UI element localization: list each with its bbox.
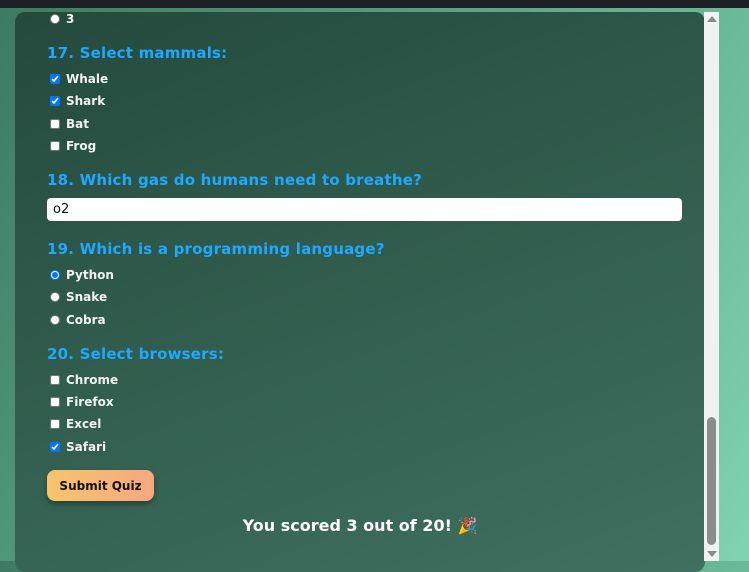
q19-option-cobra[interactable]: Cobra	[50, 313, 106, 327]
option-label: Shark	[66, 94, 106, 108]
q17-option-whale[interactable]: Whale	[50, 72, 108, 86]
option-label: Frog	[66, 139, 97, 153]
q17-checkbox-whale[interactable]	[50, 74, 60, 84]
submit-quiz-button[interactable]: Submit Quiz	[47, 470, 154, 501]
scroll-up-arrow-icon[interactable]	[707, 16, 717, 22]
option-label: Whale	[66, 72, 109, 86]
q19-radio-python[interactable]	[50, 270, 60, 280]
scrollbar-thumb[interactable]	[707, 417, 716, 545]
q20-checkbox-safari[interactable]	[50, 442, 60, 452]
option-label: 3	[66, 12, 75, 26]
option-label: Cobra	[66, 313, 106, 327]
q16-radio-3[interactable]	[50, 14, 60, 24]
question-18-title: 18. Which gas do humans need to breathe?	[47, 171, 423, 189]
option-label: Safari	[66, 440, 107, 454]
q20-checkbox-firefox[interactable]	[50, 397, 60, 407]
scroll-down-arrow-icon[interactable]	[707, 551, 717, 557]
q17-checkbox-frog[interactable]	[50, 141, 60, 151]
browser-top-bar	[0, 0, 749, 8]
option-label: Python	[66, 268, 114, 282]
q17-option-bat[interactable]: Bat	[50, 117, 89, 131]
question-20-title: 20. Select browsers:	[47, 345, 225, 363]
q20-option-safari[interactable]: Safari	[50, 440, 106, 454]
option-label: Chrome	[66, 373, 119, 387]
q20-option-firefox[interactable]: Firefox	[50, 395, 114, 409]
q19-radio-snake[interactable]	[50, 292, 60, 302]
q17-option-frog[interactable]: Frog	[50, 139, 96, 153]
q16-option-3[interactable]: 3	[50, 12, 74, 26]
q20-option-chrome[interactable]: Chrome	[50, 373, 118, 387]
question-19-title: 19. Which is a programming language?	[47, 240, 385, 258]
option-label: Snake	[66, 290, 108, 304]
q18-answer-input[interactable]	[47, 198, 682, 221]
quiz-card: 3 17. Select mammals: Whale Shark Bat Fr…	[15, 12, 705, 572]
question-17-title: 17. Select mammals:	[47, 44, 228, 62]
score-result-text: You scored 3 out of 20! 🎉	[242, 516, 478, 535]
q17-checkbox-bat[interactable]	[50, 119, 60, 129]
q19-option-snake[interactable]: Snake	[50, 290, 107, 304]
q19-radio-cobra[interactable]	[50, 315, 60, 325]
q20-checkbox-chrome[interactable]	[50, 375, 60, 385]
q17-checkbox-shark[interactable]	[50, 96, 60, 106]
option-label: Excel	[66, 417, 102, 431]
q19-option-python[interactable]: Python	[50, 268, 114, 282]
option-label: Bat	[66, 117, 89, 131]
vertical-scrollbar[interactable]	[704, 12, 719, 561]
q17-option-shark[interactable]: Shark	[50, 94, 105, 108]
q20-checkbox-excel[interactable]	[50, 419, 60, 429]
q20-option-excel[interactable]: Excel	[50, 417, 101, 431]
option-label: Firefox	[66, 395, 114, 409]
